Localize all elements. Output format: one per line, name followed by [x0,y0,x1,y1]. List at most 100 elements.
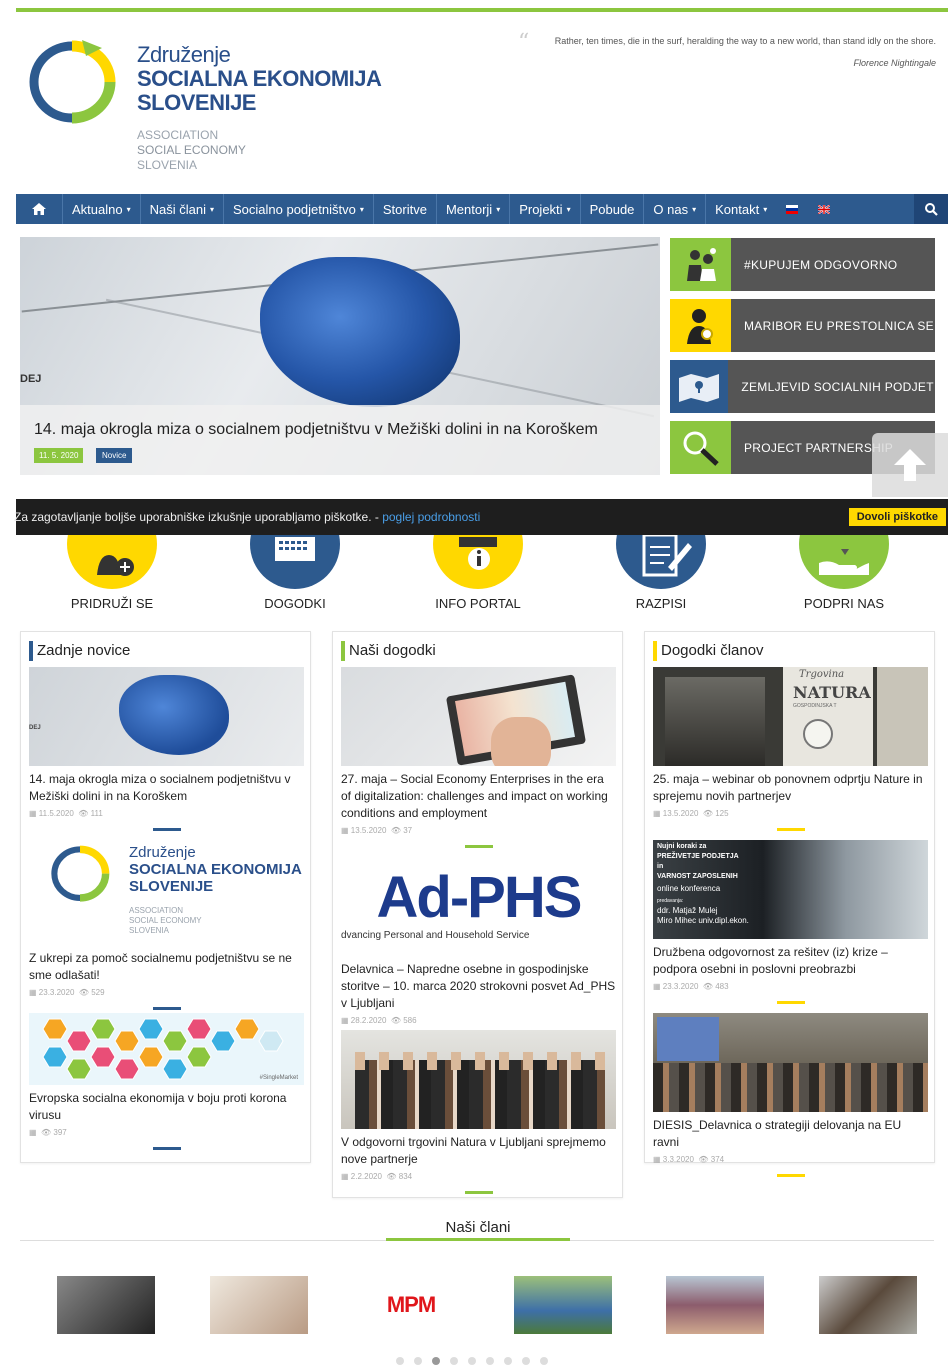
member-logo[interactable] [57,1276,155,1334]
quote-author: Florence Nightingale [853,58,936,68]
member-logo[interactable] [210,1276,308,1334]
hero-caption [20,405,660,475]
circle-info-portal[interactable] [433,535,523,589]
member-event-title[interactable]: DIESIS_Delavnica o strategiji delovanja … [653,1117,928,1151]
tile-zemljevid[interactable]: ZEMLJEVID SOCIALNIH PODJETIJ [670,360,935,413]
nav-item-aktualno[interactable]: Aktualno ▾ [62,194,140,224]
event-image[interactable]: Ad-PHS dvancing Personal and Household S… [341,858,616,956]
circle-dogodki[interactable] [250,535,340,589]
tile-kupujem-odgovorno[interactable]: #KUPUJEM ODGOVORNO [670,238,935,291]
event-image[interactable] [341,1030,616,1129]
hero-slide[interactable]: DEJ 14. maja okrogla miza o socialnem po… [20,237,660,475]
calendar-icon [275,537,315,561]
logo-line2: SOCIALNA EKONOMIJA SLOVENIJE [137,66,382,115]
carousel-dot[interactable] [504,1357,512,1365]
nav-item-o-nas[interactable]: O nas ▾ [643,194,705,224]
english-flag-icon[interactable] [818,204,831,214]
hero-title[interactable]: 14. maja okrogla miza o socialnem podjet… [34,421,598,439]
column-title[interactable]: Dogodki članov [653,641,764,661]
news-title[interactable]: Z ukrepi za pomoč socialnemu podjetništv… [29,950,304,984]
news-image[interactable]: #SingleMarket [29,1013,304,1085]
document-pen-icon [642,535,692,577]
logo-icon[interactable] [24,38,120,124]
allow-cookies-button[interactable]: Dovoli piškotke [848,508,946,526]
circle-podpri-nas[interactable] [799,535,889,589]
news-card[interactable]: Združenje SOCIALNA EKONOMIJA SLOVENIJE AS… [29,840,304,1010]
member-logo[interactable] [666,1276,764,1334]
nav-item-storitve[interactable]: Storitve [372,194,436,224]
member-logo[interactable] [514,1276,612,1334]
column-title[interactable]: Naši dogodki [341,641,436,661]
news-card[interactable]: DEJ 14. maja okrogla miza o socialnem po… [29,667,304,831]
calendar-icon: ▦ [653,982,661,991]
nav-item-nasi-clani[interactable]: Naši člani ▾ [139,194,223,224]
tile-maribor[interactable]: MARIBOR EU PRESTOLNICA SE [670,299,935,352]
circle-label[interactable]: PRIDRUŽI SE [42,596,182,611]
nav-item-pobude[interactable]: Pobude [579,194,644,224]
carousel-dot[interactable] [540,1357,548,1365]
carousel-dot[interactable] [468,1357,476,1365]
member-logo[interactable]: MPM [362,1276,460,1334]
search-icon [670,421,731,474]
scroll-to-top-button[interactable] [872,433,948,497]
member-event-image[interactable]: Nujni koraki za PREŽIVETJE PODJETJA in VARN… [653,840,928,939]
carousel-dot[interactable] [486,1357,494,1365]
cookie-text: Za zagotavljanje boljše uporabniške izku… [14,510,481,524]
circle-label[interactable]: INFO PORTAL [408,596,548,611]
carousel-dot[interactable] [396,1357,404,1365]
member-event-image[interactable]: Trgovina NATURA GOSPODINJSKA T [653,667,928,766]
event-image[interactable] [341,667,616,766]
quote-mark-icon: “ [518,30,530,55]
member-logo[interactable] [819,1276,917,1334]
carousel-dots [396,1357,548,1365]
news-title[interactable]: Evropska socialna ekonomija v boju proti… [29,1090,304,1124]
member-event-card[interactable]: Trgovina NATURA GOSPODINJSKA T 25. maja … [653,667,928,831]
logo-line1: Združenje [137,42,231,67]
carousel-dot[interactable] [450,1357,458,1365]
event-title[interactable]: V odgovorni trgovini Natura v Ljubljani … [341,1134,616,1168]
carousel-dot[interactable] [522,1357,530,1365]
event-title[interactable]: Delavnica – Napredne osebne in gospodinj… [341,961,616,1012]
circle-label[interactable]: DOGODKI [225,596,365,611]
circle-label[interactable]: RAZPISI [591,596,731,611]
member-event-card[interactable]: DIESIS_Delavnica o strategiji delovanja … [653,1013,928,1177]
cookie-details-link[interactable]: poglej podrobnosti [382,510,480,524]
slovenian-flag-icon[interactable] [786,204,799,214]
member-event-meta: ▦ 23.3.2020 👁 483 [653,982,729,991]
nav-item-projekti[interactable]: Projekti ▾ [509,194,579,224]
circle-razpisi[interactable] [616,535,706,589]
tile-label: MARIBOR EU PRESTOLNICA SE [744,318,934,333]
nav-item-mentorji[interactable]: Mentorji ▾ [435,194,509,224]
event-card[interactable]: Ad-PHS dvancing Personal and Household S… [341,858,616,1038]
people-icon [670,238,731,291]
member-event-title[interactable]: 25. maja – webinar ob ponovnem odprtju N… [653,771,928,805]
member-event-meta: ▦ 3.3.2020 👁 374 [653,1155,725,1164]
search-icon[interactable] [914,194,948,224]
cookie-bar: Za zagotavljanje boljše uporabniške izku… [14,499,948,535]
hero-category-badge[interactable]: Novice [96,448,133,463]
column-dogodki-clanov: Dogodki članov Trgovina NATURA GOSPODINJ… [644,631,935,1177]
event-title[interactable]: 27. maja – Social Economy Enterprises in… [341,771,616,822]
news-card[interactable]: #SingleMarket Evropska socialna ekonomij… [29,1013,304,1150]
eye-icon: 👁 [386,1172,397,1181]
event-card[interactable]: V odgovorni trgovini Natura v Ljubljani … [341,1030,616,1194]
member-event-image[interactable] [653,1013,928,1112]
event-card[interactable]: 27. maja – Social Economy Enterprises in… [341,667,616,848]
member-event-card[interactable]: Nujni koraki za PREŽIVETJE PODJETJA in VARN… [653,840,928,1004]
hero-date-badge: 11. 5. 2020 [34,448,84,463]
webinar-overlay-text: Nujni koraki za PREŽIVETJE PODJETJA in VARN… [657,843,749,925]
news-image[interactable]: DEJ [29,667,304,766]
info-bubble-icon [459,537,497,570]
nav-item-socialno-podjetnistvo[interactable]: Socialno podjetništvo ▾ [222,194,373,224]
column-title[interactable]: Zadnje novice [29,641,130,661]
circle-pridruzi-se[interactable] [67,535,157,589]
carousel-dot[interactable] [414,1357,422,1365]
nav-item-kontakt[interactable]: Kontakt ▾ [705,194,776,224]
logo-subtitle: ASSOCIATION SOCIAL ECONOMY SLOVENIA [137,128,246,172]
carousel-dot-active[interactable] [432,1357,440,1365]
home-icon[interactable] [16,194,62,224]
news-title[interactable]: 14. maja okrogla miza o socialnem podjet… [29,771,304,805]
circle-label[interactable]: PODPRI NAS [774,596,914,611]
member-event-title[interactable]: Družbena odgovornost za rešitev (iz) kri… [653,944,928,978]
news-image[interactable]: Združenje SOCIALNA EKONOMIJA SLOVENIJE AS… [29,840,304,945]
